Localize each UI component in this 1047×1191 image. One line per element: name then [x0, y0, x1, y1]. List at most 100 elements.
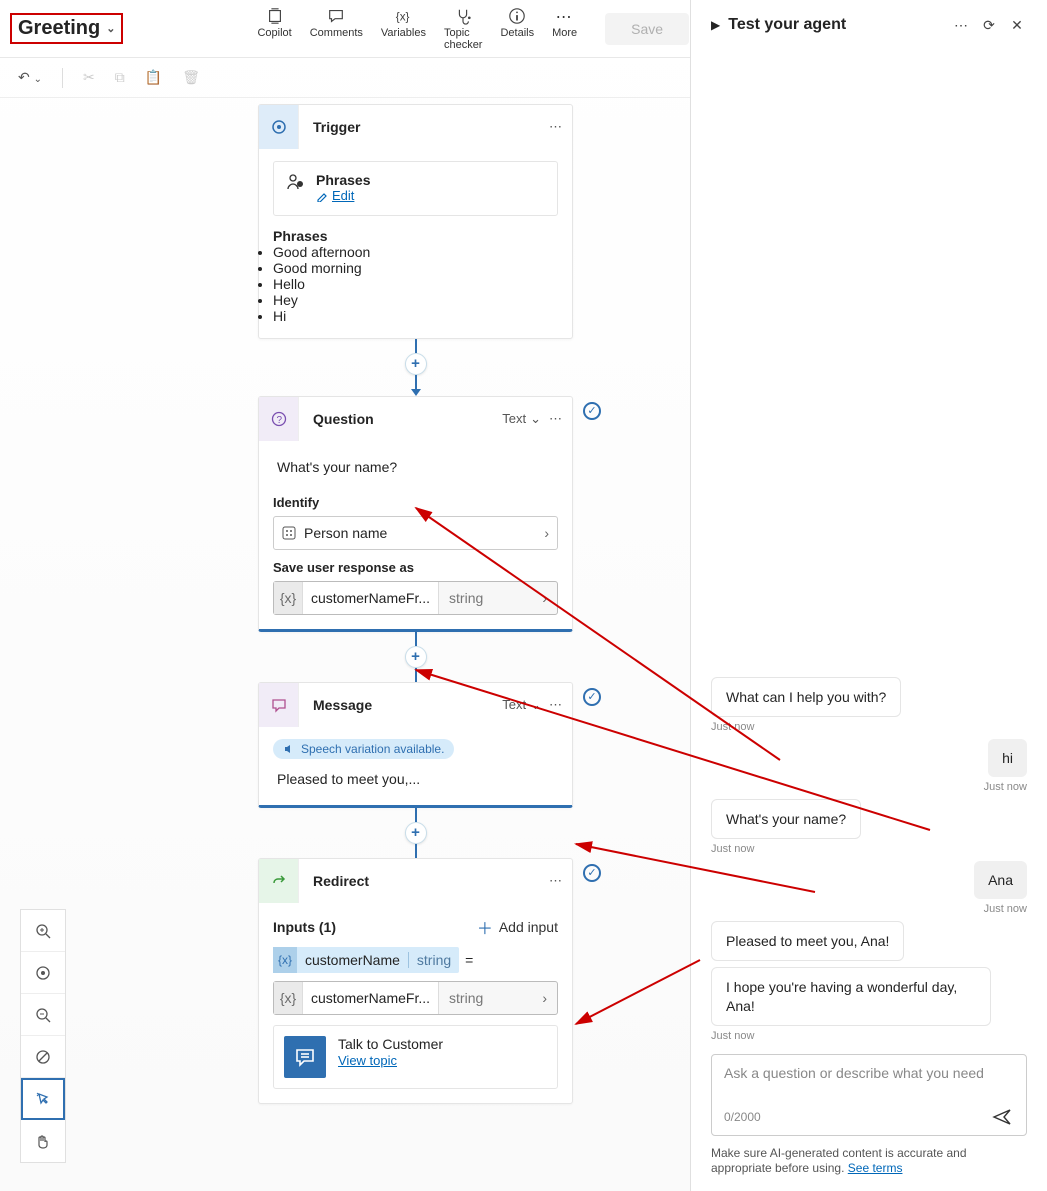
text-type-dropdown[interactable]: Text ⌄	[502, 411, 541, 427]
user-message: Ana	[974, 861, 1027, 899]
undo-button[interactable]: ↶ ⌄	[18, 69, 42, 86]
message-title: Message	[299, 697, 502, 713]
trigger-card[interactable]: Trigger ⋯ Phrases Edit Phrases Good afte…	[258, 104, 573, 339]
equals: =	[465, 952, 473, 968]
comment-icon	[327, 7, 345, 25]
hdr-details[interactable]: Details	[500, 7, 534, 51]
check-icon: ✓	[583, 688, 601, 706]
variables-icon: {x}	[394, 7, 412, 25]
paste-button[interactable]: 📋	[145, 69, 162, 86]
hdr-comments[interactable]: Comments	[310, 7, 363, 51]
chevron-right-icon: ›	[544, 525, 549, 541]
delete-button[interactable]: 🗑	[182, 69, 200, 86]
pan-hand-button[interactable]	[21, 1120, 65, 1162]
zoom-controls	[20, 909, 66, 1163]
copilot-icon	[266, 7, 284, 25]
entity-icon	[282, 526, 296, 540]
phrase-item: Hello	[273, 276, 558, 292]
phrases-summary[interactable]: Phrases Edit	[273, 161, 558, 216]
collapse-icon[interactable]: ▶	[711, 18, 720, 32]
phrases-label: Phrases	[316, 172, 370, 188]
composer[interactable]: Ask a question or describe what you need…	[711, 1054, 1027, 1136]
send-button[interactable]	[990, 1105, 1014, 1129]
test-panel: ▶ Test your agent ⋯ ⟳ ✕ What can I help …	[691, 0, 1047, 1191]
identify-select[interactable]: Person name ›	[273, 516, 558, 550]
more-icon[interactable]: ⋯	[951, 17, 971, 34]
input-var-tag[interactable]: {x} customerName string	[273, 947, 459, 973]
timestamp: Just now	[984, 781, 1027, 793]
hdr-more[interactable]: ⋯ More	[552, 7, 577, 51]
bot-message: I hope you're having a wonderful day, An…	[711, 967, 991, 1025]
send-icon	[992, 1107, 1012, 1127]
view-topic-link[interactable]: View topic	[338, 1053, 397, 1068]
copy-button[interactable]: ⧉	[115, 69, 125, 86]
top-header: Greeting ⌄ Copilot Comments {x} Variable…	[0, 0, 690, 58]
authoring-canvas[interactable]: Trigger ⋯ Phrases Edit Phrases Good afte…	[0, 98, 690, 1191]
more-icon[interactable]: ⋯	[549, 119, 562, 135]
message-card[interactable]: Message Text ⌄ ⋯ Speech variation availa…	[258, 682, 573, 808]
test-panel-title: Test your agent	[728, 16, 943, 34]
timestamp: Just now	[711, 721, 754, 733]
timestamp: Just now	[711, 1030, 754, 1042]
chevron-down-icon: ⌄	[106, 22, 115, 35]
question-prompt: What's your name?	[273, 453, 558, 485]
phrase-item: Hi	[273, 308, 558, 324]
hdr-copilot[interactable]: Copilot	[257, 7, 291, 51]
chat-area: What can I help you with? Just now hi Ju…	[711, 34, 1027, 1048]
more-icon[interactable]: ⋯	[549, 411, 562, 427]
chevron-down-icon: ⌄	[530, 697, 541, 713]
inputs-label: Inputs (1)	[273, 919, 336, 935]
edit-phrases-link[interactable]: Edit	[316, 188, 354, 203]
disclaimer: Make sure AI-generated content is accura…	[711, 1146, 1027, 1177]
more-icon[interactable]: ⋯	[549, 873, 562, 889]
add-node-button[interactable]: +	[405, 646, 427, 668]
zoom-out-button[interactable]	[21, 994, 65, 1036]
zoom-reset-button[interactable]	[21, 1036, 65, 1078]
add-node-button[interactable]: +	[405, 353, 427, 375]
redirect-card[interactable]: Redirect ⋯ Inputs (1) ＋Add input {x} cus…	[258, 858, 573, 1104]
output-var-select[interactable]: {x} customerNameFr... string ›	[273, 981, 558, 1015]
bot-message: What can I help you with?	[711, 677, 901, 717]
message-body: Pleased to meet you,...	[273, 759, 558, 791]
save-as-label: Save user response as	[273, 560, 558, 575]
stethoscope-icon	[454, 7, 472, 25]
more-icon: ⋯	[556, 7, 574, 25]
cursor-select-button[interactable]	[21, 1078, 65, 1120]
see-terms-link[interactable]: See terms	[848, 1161, 903, 1175]
char-counter: 0/2000	[724, 1110, 761, 1124]
cut-button[interactable]: ✂	[83, 69, 95, 86]
add-node-button[interactable]: +	[405, 822, 427, 844]
save-button[interactable]: Save	[605, 13, 689, 45]
sub-toolbar: ↶ ⌄ ✂ ⧉ 📋 🗑	[0, 58, 690, 98]
hdr-topic-checker[interactable]: Topic checker	[444, 7, 483, 51]
add-input-button[interactable]: ＋Add input	[477, 915, 558, 939]
timestamp: Just now	[711, 843, 754, 855]
topic-title-button[interactable]: Greeting ⌄	[10, 13, 123, 44]
bot-message: Pleased to meet you, Ana!	[711, 921, 904, 961]
zoom-fit-button[interactable]	[21, 952, 65, 994]
more-icon[interactable]: ⋯	[549, 697, 562, 713]
chevron-right-icon: ›	[532, 590, 557, 606]
phrase-item: Good morning	[273, 260, 558, 276]
close-icon[interactable]: ✕	[1007, 17, 1027, 34]
trigger-title: Trigger	[299, 119, 549, 135]
speech-icon	[283, 743, 295, 755]
speech-chip[interactable]: Speech variation available.	[273, 739, 454, 759]
phrase-list-title: Phrases	[273, 228, 558, 244]
talk-to-customer[interactable]: Talk to Customer View topic	[273, 1025, 558, 1089]
svg-text:{x}: {x}	[396, 10, 410, 23]
zoom-in-button[interactable]	[21, 910, 65, 952]
message-icon	[259, 683, 299, 727]
topic-title-label: Greeting	[18, 17, 100, 40]
phrase-item: Good afternoon	[273, 244, 558, 260]
hdr-variables[interactable]: {x} Variables	[381, 7, 426, 51]
question-card[interactable]: ? Question Text ⌄ ⋯ What's your name? Id…	[258, 396, 573, 632]
variable-select[interactable]: {x} customerNameFr... string ›	[273, 581, 558, 615]
chevron-down-icon: ⌄	[530, 411, 541, 427]
timestamp: Just now	[984, 903, 1027, 915]
refresh-icon[interactable]: ⟳	[979, 17, 999, 34]
talk-title: Talk to Customer	[338, 1036, 443, 1052]
text-type-dropdown[interactable]: Text ⌄	[502, 697, 541, 713]
question-title: Question	[299, 411, 502, 427]
user-message: hi	[988, 739, 1027, 777]
